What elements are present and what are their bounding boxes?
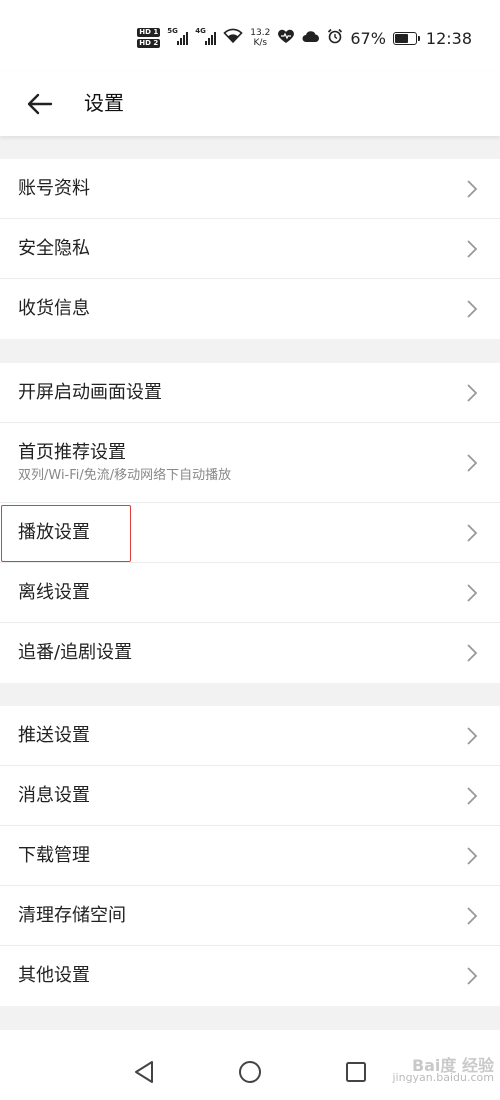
chevron-right-icon	[467, 726, 478, 745]
settings-item-home-recommend[interactable]: 首页推荐设置 双列/Wi-Fi/免流/移动网络下自动播放	[0, 423, 500, 503]
nav-back-icon	[135, 1061, 153, 1083]
wifi-icon	[223, 28, 243, 48]
settings-item-push[interactable]: 推送设置	[0, 706, 500, 766]
settings-item-label: 首页推荐设置	[18, 442, 126, 463]
settings-item-label: 其他设置	[18, 965, 90, 986]
nav-recents-button[interactable]	[342, 1058, 370, 1086]
chevron-right-icon	[467, 906, 478, 925]
network-speed: 13.2 K/s	[250, 28, 270, 48]
battery-icon	[392, 31, 420, 45]
back-button[interactable]	[20, 84, 60, 124]
hd1-badge: HD 1	[137, 28, 161, 37]
heart-icon	[277, 28, 295, 48]
settings-group-general: 推送设置 消息设置 下载管理 清理存储空间 其他设置	[0, 706, 500, 1006]
arrow-left-icon	[27, 93, 53, 115]
nav-home-icon	[239, 1061, 261, 1083]
settings-item-follow-series[interactable]: 追番/追剧设置	[0, 623, 500, 683]
settings-item-shipping-info[interactable]: 收货信息	[0, 279, 500, 339]
chevron-right-icon	[467, 453, 478, 472]
highlight-box	[1, 505, 131, 562]
chevron-right-icon	[467, 523, 478, 542]
signal-5g-label: 5G	[167, 27, 178, 35]
app-header: 设置	[0, 72, 500, 136]
chevron-right-icon	[467, 179, 478, 198]
settings-group-playback: 开屏启动画面设置 首页推荐设置 双列/Wi-Fi/免流/移动网络下自动播放 播放…	[0, 363, 500, 683]
hd2-badge: HD 2	[137, 39, 161, 48]
chevron-right-icon	[467, 967, 478, 985]
settings-item-security-privacy[interactable]: 安全隐私	[0, 219, 500, 279]
chevron-right-icon	[467, 300, 478, 318]
alarm-icon	[327, 28, 343, 48]
settings-item-label: 收货信息	[18, 298, 90, 319]
status-bar: HD 1 HD 2 5G 4G 13.2 K/s 67% 12:38	[0, 0, 500, 72]
chevron-right-icon	[467, 846, 478, 865]
settings-item-label: 安全隐私	[18, 237, 90, 259]
settings-item-label: 追番/追剧设置	[18, 642, 133, 663]
settings-item-label: 账号资料	[18, 177, 90, 199]
status-icons: HD 1 HD 2 5G 4G 13.2 K/s 67% 12:38	[137, 24, 472, 52]
hd-indicators: HD 1 HD 2	[137, 28, 161, 48]
settings-item-messages[interactable]: 消息设置	[0, 766, 500, 826]
chevron-right-icon	[467, 644, 478, 662]
watermark: Bai度 经验 jingyan.baidu.com	[392, 1058, 494, 1084]
speed-unit: K/s	[253, 38, 268, 48]
settings-item-account-profile[interactable]: 账号资料	[0, 159, 500, 219]
page-title: 设置	[84, 91, 124, 115]
nav-recents-icon	[346, 1062, 366, 1082]
nav-back-button[interactable]	[130, 1058, 158, 1086]
settings-item-subtitle: 双列/Wi-Fi/免流/移动网络下自动播放	[18, 468, 232, 483]
settings-item-splash-screen[interactable]: 开屏启动画面设置	[0, 363, 500, 423]
nav-home-button[interactable]	[236, 1058, 264, 1086]
signal-4g-icon: 4G	[195, 27, 217, 45]
settings-group-account: 账号资料 安全隐私 收货信息	[0, 159, 500, 339]
battery-percent: 67%	[350, 28, 386, 48]
settings-item-label: 推送设置	[18, 724, 90, 746]
settings-item-downloads[interactable]: 下载管理	[0, 826, 500, 886]
chevron-right-icon	[467, 383, 478, 402]
settings-item-label: 离线设置	[18, 581, 90, 603]
battery-fill	[394, 33, 408, 43]
settings-item-label: 下载管理	[18, 844, 90, 866]
settings-item-label: 开屏启动画面设置	[18, 381, 162, 403]
chevron-right-icon	[467, 239, 478, 258]
chevron-right-icon	[467, 786, 478, 805]
settings-item-label: 清理存储空间	[18, 904, 126, 926]
signal-5g-icon: 5G	[167, 27, 189, 45]
watermark-domain: jingyan.baidu.com	[392, 1071, 494, 1084]
settings-item-label: 消息设置	[18, 784, 90, 806]
settings-item-offline[interactable]: 离线设置	[0, 563, 500, 623]
settings-item-playback[interactable]: 播放设置	[0, 503, 500, 563]
speed-value: 13.2	[250, 28, 271, 38]
chevron-right-icon	[467, 583, 478, 602]
settings-item-other[interactable]: 其他设置	[0, 946, 500, 1006]
settings-item-clear-storage[interactable]: 清理存储空间	[0, 886, 500, 946]
cloud-icon	[302, 29, 320, 48]
clock-time: 12:38	[425, 28, 472, 48]
signal-4g-label: 4G	[195, 27, 206, 35]
